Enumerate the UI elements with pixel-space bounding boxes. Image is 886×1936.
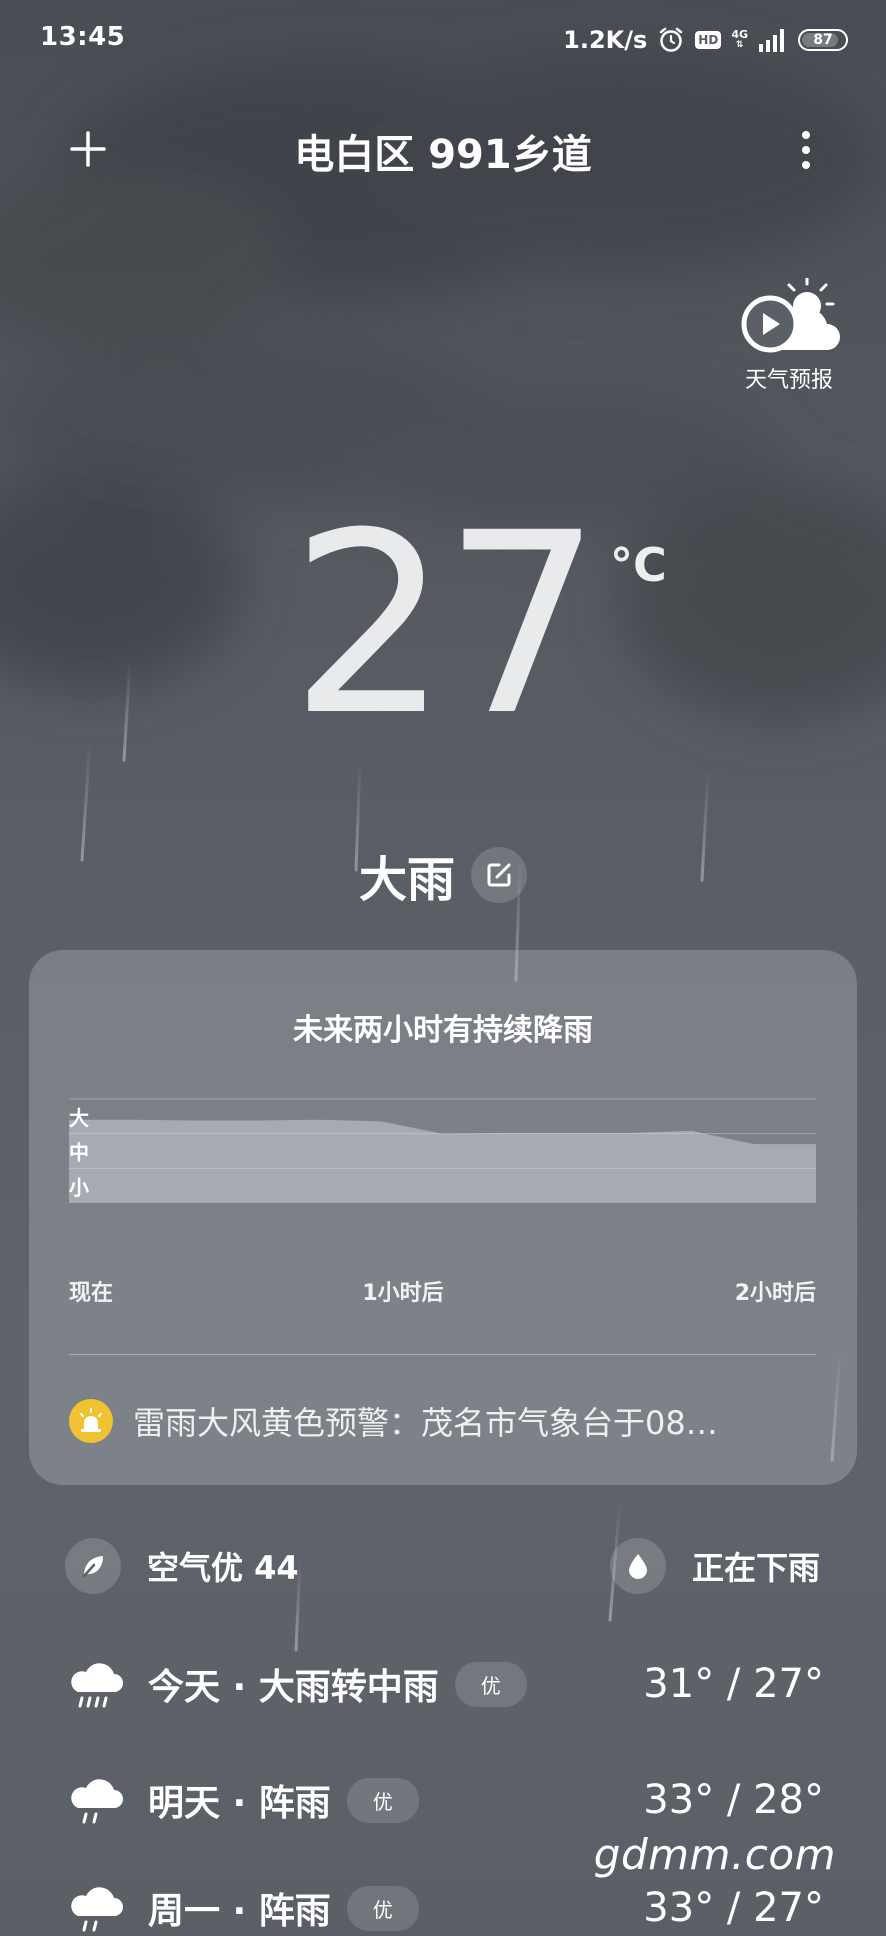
current-condition-row: 大雨 — [0, 840, 886, 910]
alarm-light-icon — [69, 1399, 113, 1443]
hd-badge: HD — [695, 31, 722, 49]
forecast-temp: 31° / 27° — [643, 1661, 824, 1707]
weather-video-icon — [741, 276, 840, 353]
water-drop-icon — [609, 1538, 666, 1594]
weather-alert[interactable]: 雷雨大风黄色预警：茂名市气象台于08… — [69, 1398, 829, 1444]
precipitation-chart: 大中小 — [69, 1098, 816, 1203]
weather-video-button[interactable]: 天气预报 — [734, 276, 844, 396]
chart-level-label: 小 — [69, 1175, 89, 1199]
forecast-row-monday[interactable]: 周一 · 阵雨 优 33° / 27° — [68, 1880, 824, 1936]
forecast-row-tomorrow[interactable]: 明天 · 阵雨 优 33° / 28° — [68, 1772, 824, 1828]
card-divider — [69, 1354, 816, 1355]
battery-level: 87 — [813, 32, 833, 48]
status-icons: 1.2K/s HD 4G ⇅ 87 — [563, 20, 848, 60]
precipitation-area — [69, 1119, 816, 1203]
x-label-1h: 1小时后 — [362, 1281, 444, 1306]
alarm-icon — [660, 27, 683, 52]
net-speed: 1.2K/s — [563, 26, 648, 54]
precipitation-summary: 未来两小时有持续降雨 — [293, 1013, 593, 1048]
air-quality[interactable]: 空气优 44 — [65, 1538, 299, 1594]
shower-cloud-icon — [71, 1887, 123, 1932]
network-type: 4G ⇅ — [731, 28, 748, 50]
leaf-icon — [65, 1538, 121, 1594]
alert-text: 雷雨大风黄色预警：茂名市气象台于08… — [133, 1404, 718, 1442]
x-label-2h: 2小时后 — [734, 1281, 816, 1306]
x-label-now: 现在 — [69, 1281, 114, 1306]
heavy-rain-cloud-icon — [71, 1663, 123, 1708]
forecast-temp: 33° / 27° — [643, 1885, 824, 1931]
forecast-label: 今天 · 大雨转中雨 — [148, 1667, 439, 1708]
current-condition: 大雨 — [358, 852, 455, 908]
forecast-label: 明天 · 阵雨 — [148, 1783, 331, 1824]
battery-icon: 87 — [798, 29, 848, 51]
aqi-badge: 优 — [454, 1661, 527, 1707]
shower-cloud-icon — [71, 1779, 123, 1824]
weather-video-label: 天气预报 — [744, 368, 833, 393]
chart-level-label: 中 — [69, 1141, 89, 1165]
rain-status-label: 正在下雨 — [691, 1549, 820, 1587]
precipitation-card[interactable]: 未来两小时有持续降雨 大中小 现在 1小时后 2小时后 雷雨大风黄色预警：茂名市… — [29, 950, 857, 1485]
edit-icon — [487, 863, 511, 887]
rain-status[interactable]: 正在下雨 — [609, 1538, 820, 1594]
network-type-label: 4G — [731, 28, 748, 41]
aqi-badge: 优 — [346, 1777, 419, 1823]
signal-icon — [759, 29, 784, 52]
chart-level-label: 大 — [69, 1106, 89, 1130]
forecast-row-today[interactable]: 今天 · 大雨转中雨 优 31° / 27° — [68, 1656, 824, 1712]
forecast-label: 周一 · 阵雨 — [148, 1891, 331, 1932]
more-menu-button[interactable] — [795, 128, 817, 172]
air-quality-label: 空气优 44 — [147, 1549, 299, 1587]
watermark: gdmm.com — [593, 1830, 836, 1879]
forecast-temp: 33° / 28° — [643, 1777, 824, 1823]
aqi-badge: 优 — [346, 1885, 419, 1931]
temperature-unit: °C — [610, 538, 667, 592]
feedback-button[interactable] — [471, 847, 527, 903]
location-title: 电白区 991乡道 — [294, 132, 592, 178]
status-time: 13:45 — [40, 22, 126, 52]
current-temperature: 27 — [289, 479, 602, 770]
